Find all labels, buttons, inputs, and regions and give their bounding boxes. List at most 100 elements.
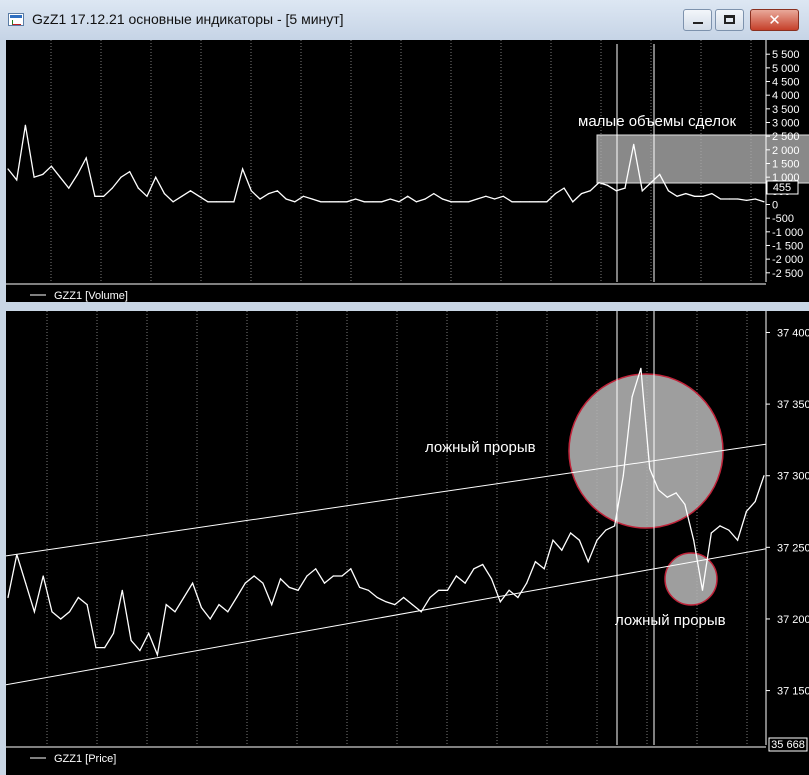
volume-data-point <box>407 195 409 197</box>
close-button[interactable]: ✕ <box>750 9 799 31</box>
price-data-point <box>341 575 343 577</box>
volume-data-point <box>702 195 704 197</box>
price-pane[interactable]: 37 400 37 350 37 300 37 250 37 200 37 150 лож… <box>6 311 809 775</box>
volume-legend[interactable]: GZZ1 [Volume] <box>54 290 128 302</box>
pane-splitter[interactable] <box>6 302 809 311</box>
volume-data-point <box>693 195 696 197</box>
price-data-point <box>614 525 616 527</box>
volume-data-point <box>33 176 35 178</box>
price-data-point <box>490 578 493 580</box>
volume-data-point <box>24 124 26 126</box>
volume-data-point <box>633 143 635 145</box>
volume-data-point <box>372 201 374 203</box>
price-data-point <box>710 532 712 534</box>
volume-data-point <box>129 171 131 173</box>
volume-data-point <box>502 195 504 197</box>
maximize-button[interactable] <box>715 9 744 31</box>
price-data-point <box>244 582 246 584</box>
y-tick-label: -1 500 <box>772 240 803 252</box>
price-data-point <box>25 582 27 584</box>
price-data-point <box>701 589 704 591</box>
price-data-point <box>95 647 97 649</box>
volume-data-point <box>389 198 391 200</box>
volume-data-point <box>311 198 313 200</box>
close-icon: ✕ <box>768 11 781 29</box>
price-data-point <box>693 539 695 541</box>
volume-data-point <box>355 198 357 200</box>
price-data-point <box>200 606 202 609</box>
price-data-point <box>350 568 352 570</box>
y-tick-label: 5 500 <box>772 49 800 61</box>
volume-data-point <box>572 201 574 203</box>
price-data-point <box>385 601 387 603</box>
volume-data-point <box>181 195 183 197</box>
title-bar[interactable]: GzZ1 17.12.21 основные индикаторы - [5 м… <box>0 0 809 40</box>
price-data-point <box>376 596 378 599</box>
price-legend[interactable]: GZZ1 [Price] <box>54 753 116 765</box>
price-chart[interactable]: 37 400 37 350 37 300 37 250 37 200 37 150 лож… <box>6 311 809 775</box>
price-data-point <box>279 578 282 580</box>
price-data-point <box>271 604 273 606</box>
y-tick-label: 2 000 <box>772 145 800 157</box>
volume-data-point <box>528 201 531 203</box>
volume-data-point <box>50 165 53 167</box>
price-current-value: 35 668 <box>771 739 805 751</box>
price-data-point <box>253 575 255 577</box>
y-tick-label: 37 400 <box>777 327 809 339</box>
volume-data-point <box>155 176 157 178</box>
price-data-point <box>446 589 449 591</box>
price-data-point <box>33 611 35 613</box>
price-data-point <box>570 532 572 534</box>
y-tick-label: 0 <box>772 199 778 211</box>
y-tick-label: 4 500 <box>772 77 800 89</box>
price-data-point <box>763 475 765 477</box>
price-data-point <box>438 589 440 591</box>
volume-data-point <box>381 201 383 203</box>
price-data-point <box>482 563 484 566</box>
volume-data-point <box>468 201 470 203</box>
volume-data-point <box>598 182 600 184</box>
volume-chart[interactable]: 5 500 5 000 4 5004 000 3 500 3 0002 500 2 000… <box>6 40 809 302</box>
y-tick-label: -500 <box>772 213 794 225</box>
volume-data-point <box>198 195 200 197</box>
volume-data-point <box>415 201 417 203</box>
volume-data-point <box>172 201 174 203</box>
volume-data-point <box>398 201 400 203</box>
chart-app-icon <box>8 13 24 26</box>
price-data-point <box>728 529 730 531</box>
false-breakout-circle-lower <box>664 552 718 606</box>
price-data-point <box>517 596 519 599</box>
volume-data-point <box>268 193 270 195</box>
volume-data-point <box>450 201 452 203</box>
low-volume-annotation: малые объемы сделок <box>578 113 736 130</box>
volume-data-point <box>476 198 478 200</box>
price-data-point <box>649 468 651 470</box>
price-data-point <box>508 589 510 591</box>
volume-pane[interactable]: 5 500 5 000 4 500 4 000 3 500 3 000 2 500 2 000… <box>6 40 809 302</box>
price-data-point <box>745 510 748 513</box>
volume-data-point <box>94 195 96 197</box>
price-data-point <box>218 604 220 606</box>
price-data-point <box>16 553 18 556</box>
price-data-point <box>236 596 238 599</box>
minimize-icon <box>693 22 703 24</box>
volume-data-point <box>711 193 713 195</box>
volume-data-point <box>7 168 9 170</box>
y-tick-label: 3 500 <box>772 104 800 116</box>
volume-data-point <box>163 193 165 195</box>
volume-data-point <box>42 173 44 175</box>
volume-data-point <box>68 187 70 189</box>
price-data-point <box>684 503 686 505</box>
volume-data-point <box>607 184 609 186</box>
price-data-point <box>297 589 299 591</box>
price-data-point <box>262 582 264 584</box>
price-data-point <box>77 596 79 599</box>
minimize-button[interactable] <box>683 9 712 31</box>
volume-data-point <box>685 193 687 195</box>
y-tick-label: 1 500 <box>772 159 800 171</box>
volume-data-point <box>554 193 557 195</box>
price-data-point <box>666 496 668 498</box>
volume-data-point <box>754 198 756 200</box>
volume-data-point <box>537 201 539 203</box>
price-data-point <box>675 492 677 494</box>
